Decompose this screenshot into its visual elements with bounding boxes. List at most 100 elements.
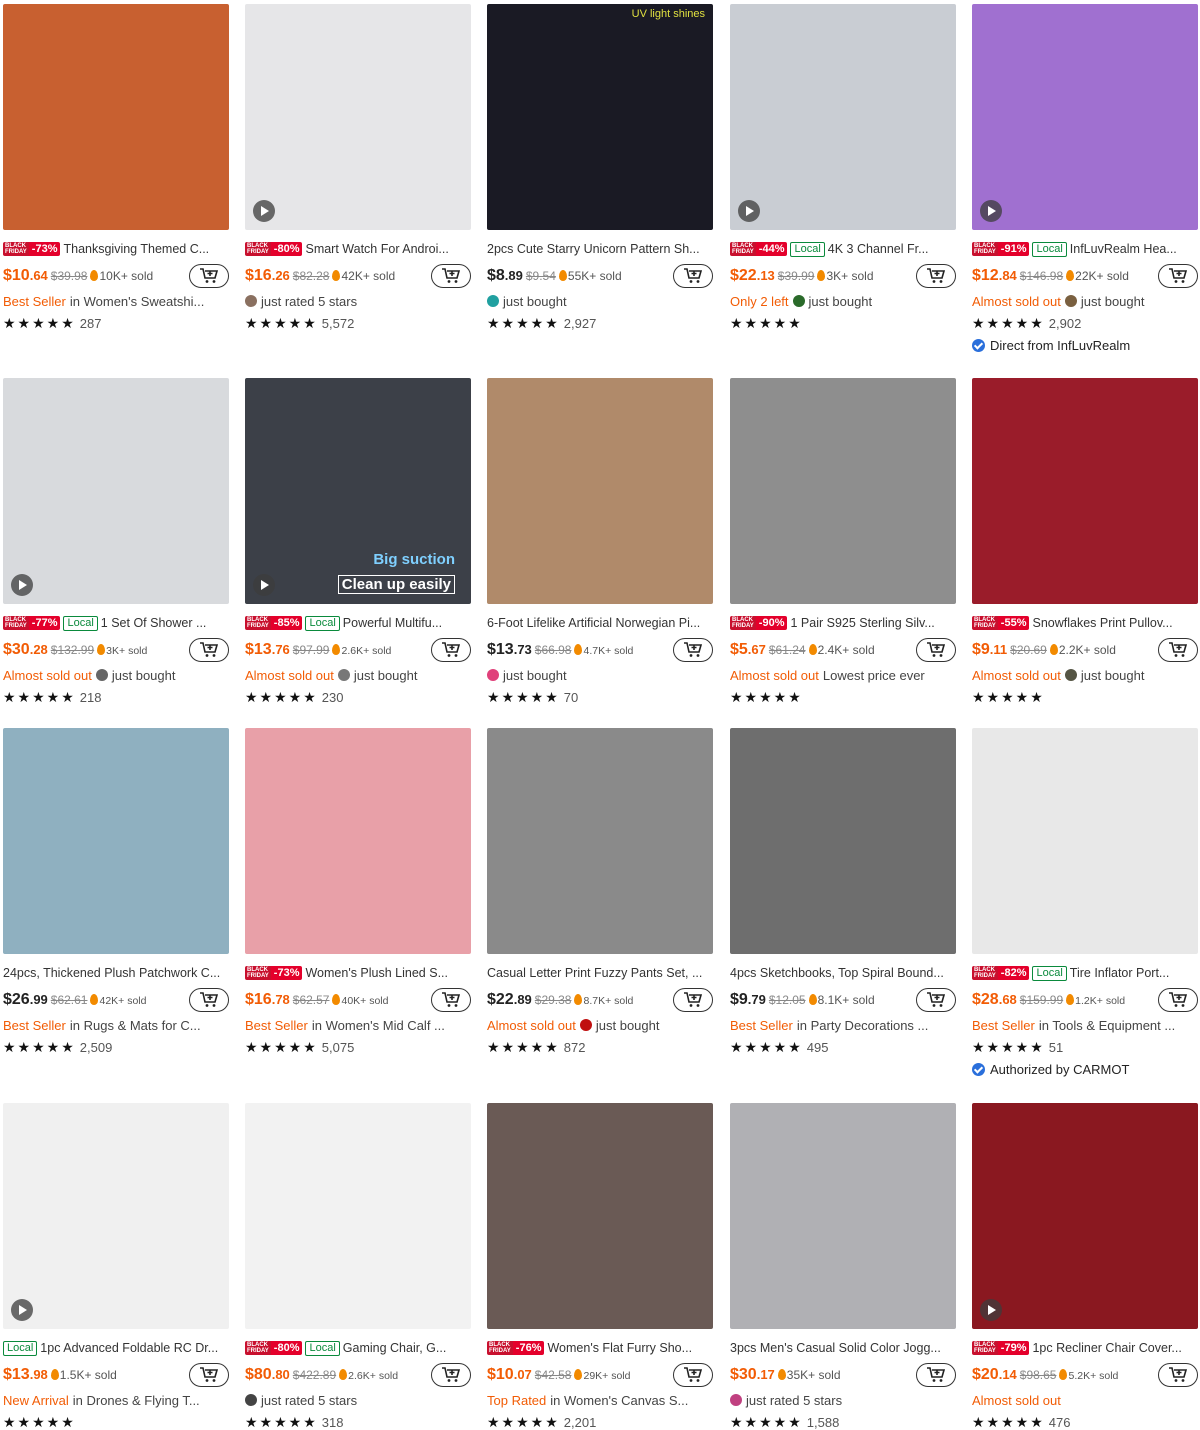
add-to-cart-button[interactable] [916, 988, 956, 1012]
product-card[interactable]: 6-Foot Lifelike Artificial Norwegian Pi.… [487, 378, 713, 706]
product-image[interactable] [972, 1103, 1198, 1329]
product-card[interactable]: Local 1pc Advanced Foldable RC Dr... $13.9… [3, 1103, 229, 1430]
add-to-cart-button[interactable] [673, 264, 713, 288]
product-card[interactable]: BLACK FRIDAY -76% Women's Flat Furry Sho...… [487, 1103, 713, 1430]
add-to-cart-button[interactable] [673, 638, 713, 662]
product-image[interactable] [972, 4, 1198, 230]
title-row[interactable]: BLACK FRIDAY -91% Local InfLuvRealm Hea... [972, 240, 1198, 258]
product-card[interactable]: 24pcs, Thickened Plush Patchwork C... $26… [3, 728, 229, 1056]
product-image[interactable]: UV light shines [487, 4, 713, 230]
product-title[interactable]: 3pcs Men's Casual Solid Color Jogg... [730, 1341, 941, 1355]
add-to-cart-button[interactable] [1158, 638, 1198, 662]
product-card[interactable]: BLACK FRIDAY -80% Local Gaming Chair, G... $8… [245, 1103, 471, 1430]
product-image[interactable] [487, 728, 713, 954]
product-card[interactable]: Casual Letter Print Fuzzy Pants Set, ...… [487, 728, 713, 1056]
product-title[interactable]: 4pcs Sketchbooks, Top Spiral Bound... [730, 966, 944, 980]
product-title[interactable]: Women's Plush Lined S... [305, 966, 448, 980]
product-title[interactable]: Powerful Multifu... [343, 616, 442, 630]
product-image[interactable] [3, 1103, 229, 1329]
product-image[interactable] [730, 378, 956, 604]
product-image[interactable] [730, 728, 956, 954]
product-card[interactable]: UV light shines 2pcs Cute Starry Unicorn … [487, 4, 713, 332]
title-row[interactable]: BLACK FRIDAY -73% Thanksgiving Themed C... [3, 240, 229, 258]
product-image[interactable] [730, 1103, 956, 1329]
product-card[interactable]: 3pcs Men's Casual Solid Color Jogg... $30… [730, 1103, 956, 1430]
title-row[interactable]: BLACK FRIDAY -80% Local Gaming Chair, G... [245, 1339, 471, 1357]
product-title[interactable]: 6-Foot Lifelike Artificial Norwegian Pi.… [487, 616, 700, 630]
play-video-icon[interactable] [11, 1299, 33, 1321]
add-to-cart-button[interactable] [1158, 1363, 1198, 1387]
product-image[interactable] [245, 4, 471, 230]
add-to-cart-button[interactable] [916, 264, 956, 288]
product-title[interactable]: Tire Inflator Port... [1070, 966, 1170, 980]
product-title[interactable]: 24pcs, Thickened Plush Patchwork C... [3, 966, 220, 980]
product-image[interactable] [972, 728, 1198, 954]
add-to-cart-button[interactable] [673, 1363, 713, 1387]
product-image[interactable] [3, 4, 229, 230]
title-row[interactable]: BLACK FRIDAY -73% Women's Plush Lined S... [245, 964, 471, 982]
product-card[interactable]: BLACK FRIDAY -79% 1pc Recliner Chair Cover.… [972, 1103, 1198, 1430]
seller-badge[interactable]: Direct from InfLuvRealm [972, 338, 1198, 353]
add-to-cart-button[interactable] [916, 1363, 956, 1387]
product-card[interactable]: BLACK FRIDAY -91% Local InfLuvRealm Hea... $1… [972, 4, 1198, 353]
product-image[interactable] [245, 728, 471, 954]
product-title[interactable]: Thanksgiving Themed C... [63, 242, 209, 256]
add-to-cart-button[interactable] [189, 1363, 229, 1387]
product-title[interactable]: Snowflakes Print Pullov... [1032, 616, 1172, 630]
product-title[interactable]: 1pc Recliner Chair Cover... [1032, 1341, 1181, 1355]
add-to-cart-button[interactable] [1158, 264, 1198, 288]
add-to-cart-button[interactable] [1158, 988, 1198, 1012]
product-card[interactable]: BLACK FRIDAY -73% Thanksgiving Themed C... $… [3, 4, 229, 332]
play-video-icon[interactable] [980, 1299, 1002, 1321]
product-card[interactable]: BLACK FRIDAY -90% 1 Pair S925 Sterling Silv… [730, 378, 956, 706]
title-row[interactable]: 4pcs Sketchbooks, Top Spiral Bound... [730, 964, 956, 982]
play-video-icon[interactable] [11, 574, 33, 596]
product-title[interactable]: Gaming Chair, G... [343, 1341, 447, 1355]
product-card[interactable]: BLACK FRIDAY -80% Smart Watch For Androi...… [245, 4, 471, 332]
seller-badge[interactable]: Authorized by CARMOT [972, 1062, 1198, 1077]
title-row[interactable]: BLACK FRIDAY -85% Local Powerful Multifu... [245, 614, 471, 632]
title-row[interactable]: BLACK FRIDAY -90% 1 Pair S925 Sterling Silv… [730, 614, 956, 632]
title-row[interactable]: 24pcs, Thickened Plush Patchwork C... [3, 964, 229, 982]
product-image[interactable] [972, 378, 1198, 604]
product-title[interactable]: 2pcs Cute Starry Unicorn Pattern Sh... [487, 242, 700, 256]
product-image[interactable] [487, 378, 713, 604]
product-image[interactable] [3, 378, 229, 604]
add-to-cart-button[interactable] [431, 638, 471, 662]
add-to-cart-button[interactable] [431, 264, 471, 288]
product-card[interactable]: BLACK FRIDAY -77% Local 1 Set Of Shower ... $… [3, 378, 229, 706]
product-title[interactable]: Women's Flat Furry Sho... [547, 1341, 692, 1355]
title-row[interactable]: Casual Letter Print Fuzzy Pants Set, ... [487, 964, 713, 982]
title-row[interactable]: 6-Foot Lifelike Artificial Norwegian Pi.… [487, 614, 713, 632]
add-to-cart-button[interactable] [916, 638, 956, 662]
play-video-icon[interactable] [253, 200, 275, 222]
product-card[interactable]: BLACK FRIDAY -82% Local Tire Inflator Port..… [972, 728, 1198, 1077]
product-title[interactable]: 4K 3 Channel Fr... [828, 242, 929, 256]
product-image[interactable] [730, 4, 956, 230]
product-image[interactable] [487, 1103, 713, 1329]
product-image[interactable] [3, 728, 229, 954]
product-title[interactable]: 1 Pair S925 Sterling Silv... [790, 616, 934, 630]
title-row[interactable]: BLACK FRIDAY -77% Local 1 Set Of Shower ... [3, 614, 229, 632]
add-to-cart-button[interactable] [189, 988, 229, 1012]
add-to-cart-button[interactable] [431, 988, 471, 1012]
product-title[interactable]: Smart Watch For Androi... [305, 242, 448, 256]
add-to-cart-button[interactable] [431, 1363, 471, 1387]
title-row[interactable]: 2pcs Cute Starry Unicorn Pattern Sh... [487, 240, 713, 258]
title-row[interactable]: BLACK FRIDAY -44% Local 4K 3 Channel Fr... [730, 240, 956, 258]
title-row[interactable]: BLACK FRIDAY -76% Women's Flat Furry Sho... [487, 1339, 713, 1357]
product-title[interactable]: 1 Set Of Shower ... [101, 616, 207, 630]
product-title[interactable]: InfLuvRealm Hea... [1070, 242, 1177, 256]
title-row[interactable]: BLACK FRIDAY -82% Local Tire Inflator Port..… [972, 964, 1198, 982]
title-row[interactable]: Local 1pc Advanced Foldable RC Dr... [3, 1339, 229, 1357]
product-image[interactable]: Big suction Clean up easily [245, 378, 471, 604]
product-card[interactable]: BLACK FRIDAY -55% Snowflakes Print Pullov..… [972, 378, 1198, 706]
product-card[interactable]: Big suction Clean up easily BLACK FRIDAY -85… [245, 378, 471, 706]
product-title[interactable]: 1pc Advanced Foldable RC Dr... [40, 1341, 218, 1355]
play-video-icon[interactable] [738, 200, 760, 222]
play-video-icon[interactable] [253, 574, 275, 596]
title-row[interactable]: BLACK FRIDAY -79% 1pc Recliner Chair Cover.… [972, 1339, 1198, 1357]
play-video-icon[interactable] [980, 200, 1002, 222]
product-card[interactable]: BLACK FRIDAY -73% Women's Plush Lined S... $… [245, 728, 471, 1056]
title-row[interactable]: BLACK FRIDAY -55% Snowflakes Print Pullov..… [972, 614, 1198, 632]
